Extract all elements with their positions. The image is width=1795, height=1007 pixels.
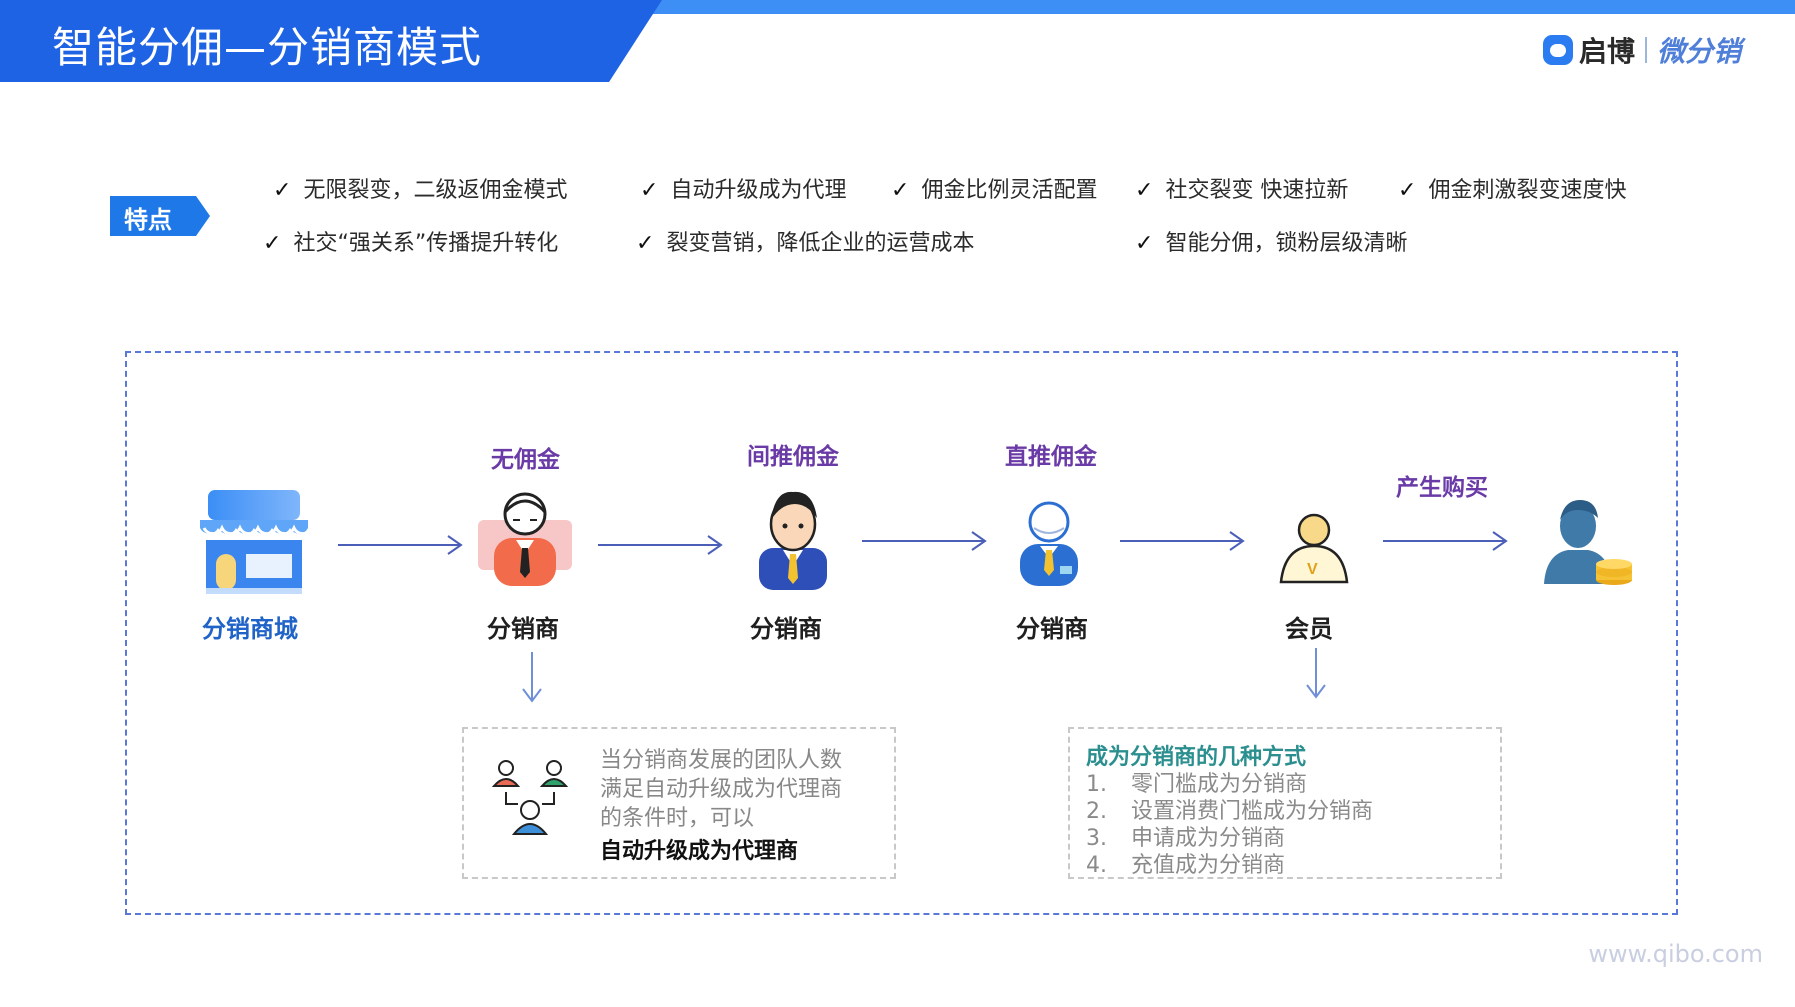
method-number: 2. xyxy=(1086,799,1107,824)
check-icon: ✓ xyxy=(1398,178,1417,203)
features-tag: 特点 xyxy=(110,196,210,236)
node-top-label: 无佣金 xyxy=(491,447,560,473)
method-number: 1. xyxy=(1086,772,1107,797)
feature-item: ✓ 佣金刺激裂变速度快 xyxy=(1398,172,1626,204)
qibo-logo-icon xyxy=(1542,35,1573,65)
flow-arrow xyxy=(338,535,463,555)
node-top-label: 产生购买 xyxy=(1396,475,1488,501)
svg-text:V: V xyxy=(1307,561,1318,578)
method-item: 4. 充值成为分销商 xyxy=(1086,852,1373,879)
node-bottom-label: 会员 xyxy=(1285,615,1333,643)
feature-text: 佣金比例灵活配置 xyxy=(921,178,1098,203)
method-number: 4. xyxy=(1086,853,1107,878)
method-text: 设置消费门槛成为分销商 xyxy=(1131,799,1374,824)
feature-item: ✓ 无限裂变，二级返佣金模式 xyxy=(273,172,567,204)
methods-title: 成为分销商的几种方式 xyxy=(1086,745,1307,770)
flow-arrow xyxy=(862,531,987,551)
brand-product: 微分销 xyxy=(1656,35,1741,68)
method-text: 零门槛成为分销商 xyxy=(1131,772,1308,797)
feature-text: 无限裂变，二级返佣金模式 xyxy=(303,178,568,203)
feature-item: ✓ 裂变营销，降低企业的运营成本 xyxy=(636,225,974,257)
down-arrow xyxy=(1306,648,1326,699)
check-icon: ✓ xyxy=(891,178,910,203)
method-number: 3. xyxy=(1086,826,1107,851)
flow-arrow xyxy=(1383,531,1508,551)
feature-text: 自动升级成为代理 xyxy=(670,178,847,203)
upgrade-note-text: 当分销商发展的团队人数 满足自动升级成为代理商 的条件时，可以 自动升级成为代理… xyxy=(600,746,842,865)
feature-item: ✓ 社交“强关系”传播提升转化 xyxy=(263,225,558,257)
note-line: 当分销商发展的团队人数 xyxy=(600,748,843,773)
distributor-manager-icon xyxy=(1020,501,1078,586)
method-text: 充值成为分销商 xyxy=(1131,853,1286,878)
node-bottom-label: 分销商 xyxy=(487,615,559,643)
store-icon xyxy=(200,490,314,594)
method-item: 3. 申请成为分销商 xyxy=(1086,825,1373,852)
feature-text: 社交裂变 快速拉新 xyxy=(1165,178,1349,203)
check-icon: ✓ xyxy=(273,178,292,203)
check-icon: ✓ xyxy=(263,231,282,256)
distributor-businessman-icon xyxy=(759,491,827,590)
note-line: 的条件时，可以 xyxy=(600,806,755,831)
note-line: 满足自动升级成为代理商 xyxy=(600,777,843,802)
feature-item: ✓ 智能分佣，锁粉层级清晰 xyxy=(1135,225,1407,257)
feature-text: 智能分佣，锁粉层级清晰 xyxy=(1165,231,1408,256)
feature-text: 佣金刺激裂变速度快 xyxy=(1428,178,1627,203)
node-bottom-label: 分销商 xyxy=(1016,615,1088,643)
feature-text: 社交“强关系”传播提升转化 xyxy=(293,231,559,256)
website-url: www.qibo.com xyxy=(1588,940,1763,968)
node-top-label: 间推佣金 xyxy=(747,444,839,470)
features-tag-label: 特点 xyxy=(124,206,172,234)
method-item: 1. 零门槛成为分销商 xyxy=(1086,771,1373,798)
methods-note-content: 成为分销商的几种方式 1. 零门槛成为分销商 2. 设置消费门槛成为分销商 3. 申请… xyxy=(1086,739,1373,879)
distributor-elder-icon xyxy=(478,492,572,586)
brand-divider xyxy=(1644,37,1647,63)
node-label-store: 分销商城 xyxy=(202,615,298,643)
method-text: 申请成为分销商 xyxy=(1131,826,1286,851)
down-arrow xyxy=(522,652,542,703)
feature-text: 裂变营销，降低企业的运营成本 xyxy=(666,231,975,256)
page-title: 智能分佣—分销商模式 xyxy=(52,23,483,72)
feature-item: ✓ 自动升级成为代理 xyxy=(640,172,846,204)
check-icon: ✓ xyxy=(1135,178,1154,203)
node-top-label: 直推佣金 xyxy=(1005,444,1097,470)
flow-arrow xyxy=(1120,531,1245,551)
buyer-coins-icon xyxy=(1544,500,1632,585)
team-upgrade-icon xyxy=(491,760,569,835)
member-vip-icon: V xyxy=(1279,513,1349,584)
check-icon: ✓ xyxy=(640,178,659,203)
note-emphasis: 自动升级成为代理商 xyxy=(600,839,799,864)
flow-arrow xyxy=(598,535,723,555)
feature-item: ✓ 佣金比例灵活配置 xyxy=(891,172,1097,204)
feature-item: ✓ 社交裂变 快速拉新 xyxy=(1135,172,1348,204)
brand-logo: 启博 微分销 xyxy=(1542,30,1741,70)
check-icon: ✓ xyxy=(636,231,655,256)
check-icon: ✓ xyxy=(1135,231,1154,256)
brand-name: 启博 xyxy=(1578,35,1635,68)
method-item: 2. 设置消费门槛成为分销商 xyxy=(1086,798,1373,825)
node-bottom-label: 分销商 xyxy=(750,615,822,643)
